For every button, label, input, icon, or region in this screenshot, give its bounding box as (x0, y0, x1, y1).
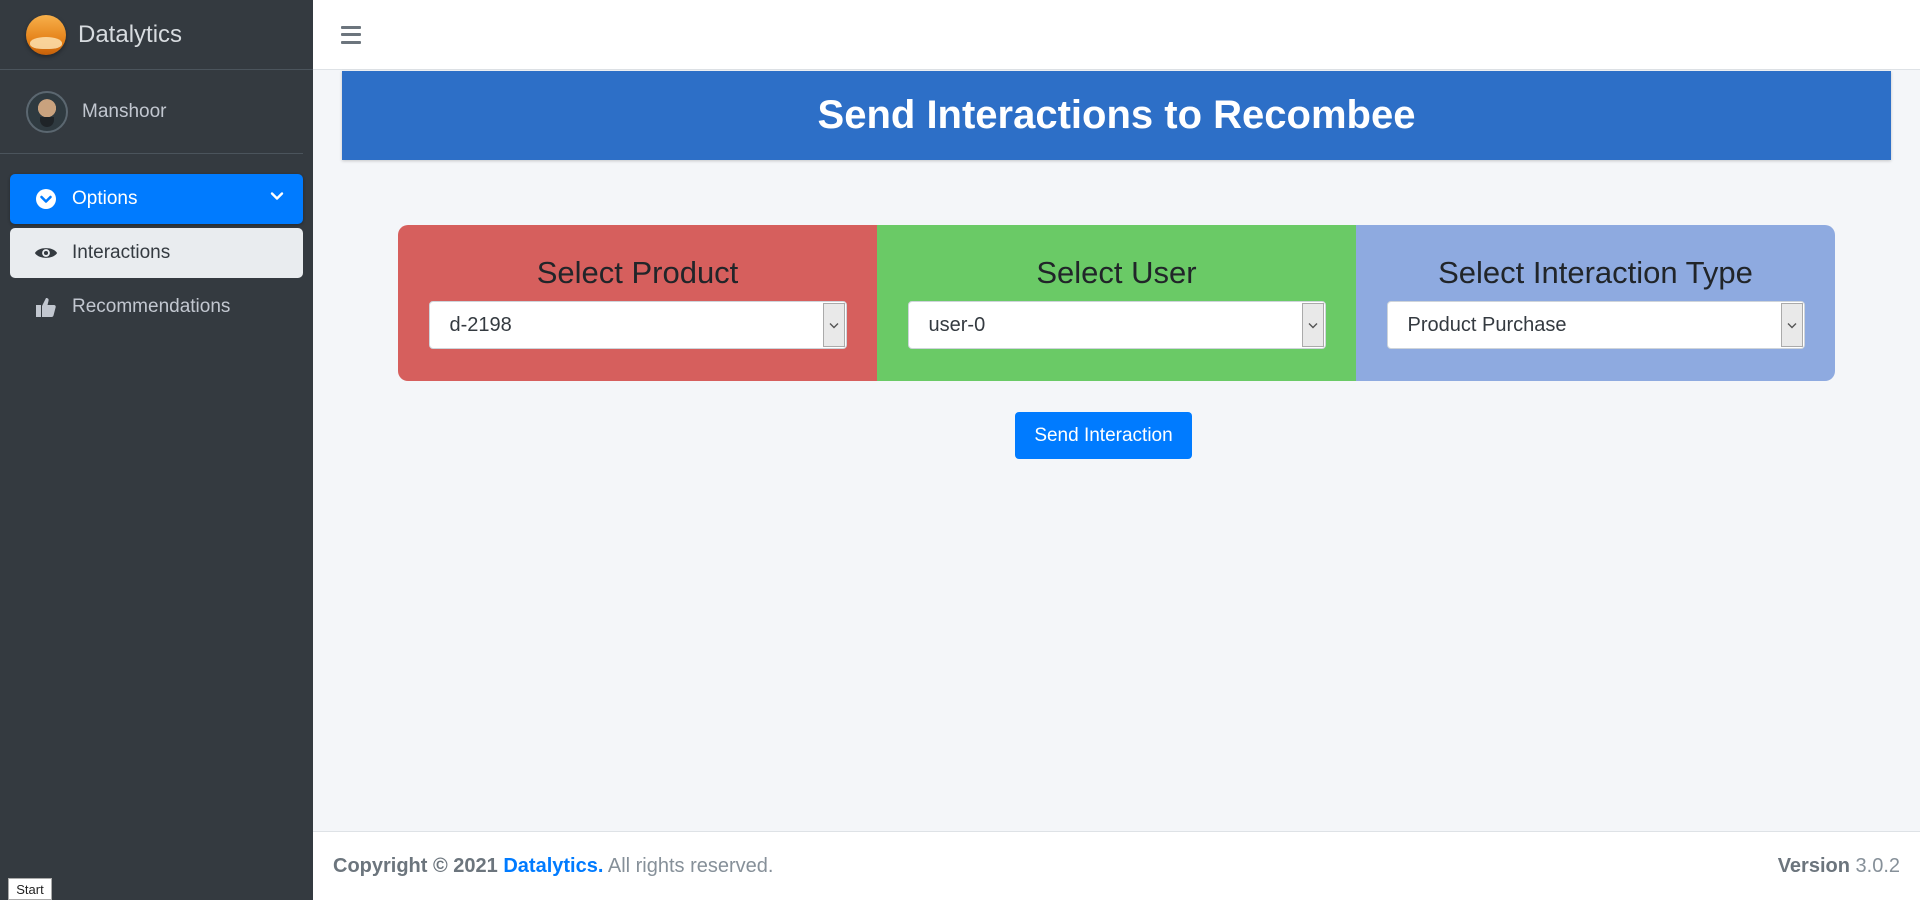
sidebar-nav: Options Interactions Recommendations (0, 154, 313, 332)
interaction-type-label: Select Interaction Type (1438, 255, 1753, 290)
user-panel[interactable]: Manshoor (0, 70, 303, 154)
version-info: Version 3.0.2 (1778, 855, 1900, 878)
user-name: Manshoor (82, 100, 167, 122)
brand-logo (26, 14, 66, 55)
chevron-circle-icon (34, 187, 58, 211)
product-panel: Select Product d-2198 (398, 225, 877, 381)
selector-group: Select Product d-2198 Select User user-0… (398, 225, 1835, 381)
product-select-value: d-2198 (449, 313, 512, 336)
user-select-value: user-0 (928, 313, 986, 336)
chevron-down-icon[interactable] (822, 303, 845, 347)
start-button[interactable]: Start (8, 878, 52, 900)
brand-link[interactable]: Datalytics (0, 0, 313, 70)
sidebar-item-options[interactable]: Options (10, 174, 303, 224)
sidebar-item-recommendations[interactable]: Recommendations (10, 282, 303, 332)
topbar (313, 0, 1920, 70)
footer: Copyright © 2021 Datalytics. All rights … (313, 831, 1920, 900)
sidebar-item-label: Recommendations (72, 296, 231, 317)
footer-brand-link[interactable]: Datalytics. (503, 855, 603, 877)
copyright: Copyright © 2021 Datalytics. All rights … (333, 855, 773, 878)
menu-toggle-icon[interactable] (341, 25, 361, 44)
version-label: Version (1777, 854, 1850, 877)
thumbs-up-icon (34, 295, 58, 319)
send-interaction-button[interactable]: Send Interaction (1015, 412, 1192, 459)
product-label: Select Product (536, 255, 739, 290)
page-title: Send Interactions to Recombee (817, 93, 1416, 137)
chevron-down-icon[interactable] (1301, 303, 1324, 347)
sidebar-item-interactions[interactable]: Interactions (10, 228, 303, 278)
brand-name: Datalytics (78, 20, 183, 48)
user-label: Select User (1036, 255, 1197, 290)
sidebar: Datalytics Manshoor Options Interactions (0, 0, 313, 900)
interaction-type-select[interactable]: Product Purchase (1386, 301, 1805, 349)
avatar (26, 90, 68, 133)
user-select-panel: Select User user-0 (877, 225, 1356, 381)
user-select[interactable]: user-0 (907, 301, 1326, 349)
eye-icon (34, 241, 58, 265)
product-select[interactable]: d-2198 (428, 301, 847, 349)
chevron-down-icon (269, 188, 285, 210)
chevron-down-icon[interactable] (1780, 303, 1803, 347)
interaction-type-value: Product Purchase (1407, 313, 1567, 336)
sidebar-item-label: Options (72, 188, 138, 209)
interaction-type-panel: Select Interaction Type Product Purchase (1356, 225, 1835, 381)
sidebar-item-label: Interactions (72, 242, 171, 263)
version-number: 3.0.2 (1855, 854, 1900, 877)
copyright-suffix: All rights reserved. (607, 854, 774, 877)
copyright-prefix: Copyright © 2021 (333, 854, 498, 877)
page-header: Send Interactions to Recombee (342, 71, 1891, 160)
